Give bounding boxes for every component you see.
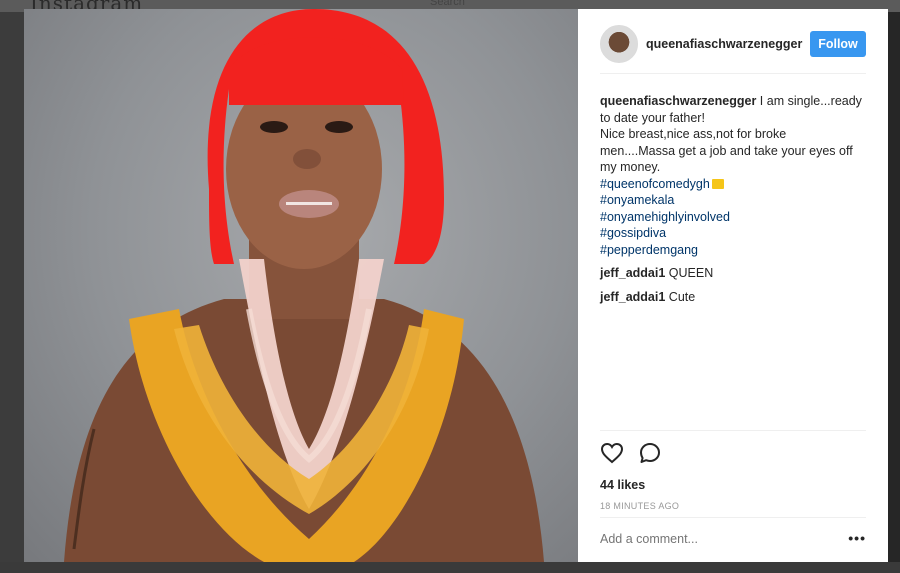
caption-line-2: Nice breast,nice ass,not for broke men..… xyxy=(600,127,853,174)
likes-count[interactable]: 44 likes xyxy=(600,478,645,492)
hashtag-link[interactable]: #onyamehighlyinvolved xyxy=(600,209,862,226)
post-actions: 44 likes 18 MINUTES AGO ••• xyxy=(600,430,866,561)
comment-username[interactable]: jeff_addai1 xyxy=(600,266,665,280)
post-sidebar: queenafiaschwarzenegger Follow queenafia… xyxy=(578,9,888,562)
comment-item: jeff_addai1 QUEEN xyxy=(600,265,862,282)
post-modal: queenafiaschwarzenegger Follow queenafia… xyxy=(24,9,888,562)
background-overlay-right xyxy=(888,12,900,573)
caption: queenafiaschwarzenegger I am single...re… xyxy=(600,93,862,258)
add-comment-bar: ••• xyxy=(600,517,866,562)
follow-button[interactable]: Follow xyxy=(810,31,866,57)
post-header: queenafiaschwarzenegger Follow xyxy=(600,25,866,74)
comment-icon[interactable] xyxy=(638,441,662,465)
comment-text: Cute xyxy=(668,289,696,304)
background-overlay-bottom xyxy=(0,562,900,573)
background-overlay-left xyxy=(0,12,24,573)
hashtag-link[interactable]: #pepperdemgang xyxy=(600,242,862,259)
heart-icon[interactable] xyxy=(600,441,624,465)
comments-section: queenafiaschwarzenegger I am single...re… xyxy=(600,93,862,305)
hashtag-link[interactable]: #gossipdiva xyxy=(600,225,862,242)
post-timestamp[interactable]: 18 MINUTES AGO xyxy=(600,501,679,511)
portrait-illustration xyxy=(64,9,544,562)
post-photo[interactable] xyxy=(24,9,578,562)
header-username[interactable]: queenafiaschwarzenegger xyxy=(646,37,802,51)
comment-item: jeff_addai1 Cute xyxy=(600,289,862,306)
comment-username[interactable]: jeff_addai1 xyxy=(600,290,665,304)
more-options-icon[interactable]: ••• xyxy=(848,530,866,546)
caption-username[interactable]: queenafiaschwarzenegger xyxy=(600,94,756,108)
crown-emoji-icon xyxy=(711,178,724,189)
avatar[interactable] xyxy=(600,25,638,63)
background-search: Search xyxy=(430,0,465,8)
comment-text: QUEEN xyxy=(668,266,714,280)
hashtag-link[interactable]: #onyamekala xyxy=(600,192,862,209)
comment-input[interactable] xyxy=(600,532,830,546)
hashtag-link[interactable]: #queenofcomedygh xyxy=(600,176,862,193)
